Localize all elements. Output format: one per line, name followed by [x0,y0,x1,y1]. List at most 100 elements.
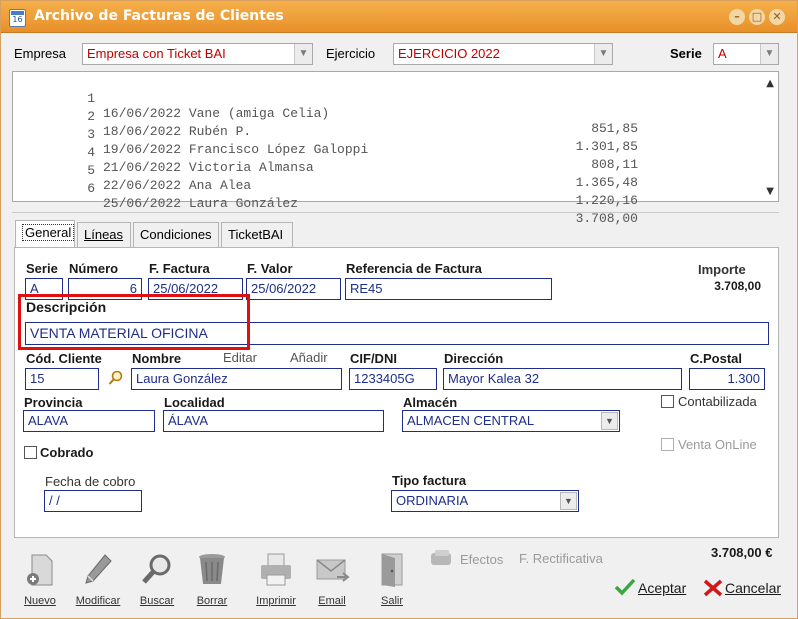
toolbar-label: Salir [380,595,403,607]
almacen-value: ALMACEN CENTRAL [407,413,535,428]
cross-icon [702,578,724,598]
list-item[interactable]: 1 16/06/2022 Vane (amiga Celia) 851,85 [13,76,753,136]
highlight-box [18,294,250,350]
direccion-label: Dirección [444,351,504,366]
salir-button[interactable]: Salir [364,551,420,607]
tab-label: TicketBAI [228,227,284,242]
direccion-field[interactable]: Mayor Kalea 32 [443,368,682,390]
referencia-field[interactable]: RE45 [345,278,552,300]
list-item[interactable]: 4 21/06/2022 Victoria Almansa 1.365,48 [13,130,753,190]
serie-select[interactable]: A ▼ [713,43,779,65]
checkmark-icon [614,577,636,597]
calendar-icon: 16 [9,9,26,27]
chevron-down-icon[interactable]: ▼ [601,412,618,430]
chevron-down-icon[interactable]: ▼ [294,44,312,64]
invoice-number: 6 [87,181,95,196]
ejercicio-label: Ejercicio [326,46,376,61]
editar-link[interactable]: Editar [223,350,257,365]
toolbar-label: Modificar [75,595,121,607]
venta-online-checkbox[interactable] [661,438,674,451]
tab-general[interactable]: General [15,220,75,248]
rectificativa-button[interactable]: F. Rectificativa [519,551,603,566]
almacen-label: Almacén [403,395,458,410]
invoice-list[interactable]: 1 16/06/2022 Vane (amiga Celia) 851,85 2… [12,71,779,226]
empresa-select[interactable]: Empresa con Ticket BAI ▼ [82,43,313,65]
tab-label: Condiciones [140,227,212,242]
chevron-down-icon[interactable]: ▼ [760,44,778,64]
chevron-down-icon[interactable]: ▼ [560,492,577,510]
numero-label: Número [69,261,119,276]
contabilizada-checkbox[interactable] [661,395,674,408]
toolbar-label: Imprimir [256,595,296,607]
ejercicio-select[interactable]: EJERCICIO 2022 ▼ [393,43,613,65]
minimize-button[interactable]: – [729,9,745,25]
nuevo-button[interactable]: Nuevo [12,551,68,607]
tab-condiciones[interactable]: Condiciones [133,222,219,247]
pen-icon [79,551,117,589]
fecha-cobro-label: Fecha de cobro [45,474,136,489]
serie-value: A [718,46,727,61]
cobrado-checkbox[interactable] [24,446,37,459]
anadir-link[interactable]: Añadir [290,350,328,365]
ejercicio-value: EJERCICIO 2022 [398,46,500,61]
nombre-field[interactable]: Laura González [131,368,342,390]
divider [12,212,779,213]
door-icon [373,551,411,589]
aceptar-button[interactable]: Aceptar [638,580,686,596]
fecha-valor-label: F. Valor [247,261,293,276]
maximize-button[interactable]: □ [749,9,765,25]
scroll-up-icon[interactable]: ▲ [766,78,774,89]
modificar-button[interactable]: Modificar [70,551,126,607]
window-title: Archivo de Facturas de Clientes [34,8,284,24]
cod-cliente-label: Cód. Cliente [26,351,102,366]
toolbar-label: Email [318,595,346,607]
title-bar: 16 Archivo de Facturas de Clientes – □ ✕ [1,1,797,33]
toolbar-label: Borrar [196,595,228,607]
printer-icon [257,551,295,589]
almacen-select[interactable]: ALMACEN CENTRAL ▼ [402,410,620,432]
cpostal-label: C.Postal [690,351,743,366]
invoice-amount: 3.708,00 [575,211,638,226]
empresa-label: Empresa [14,46,67,61]
list-item[interactable]: 3 19/06/2022 Francisco López Galoppi 808… [13,112,753,172]
localidad-field[interactable]: ÁLAVA [163,410,384,432]
invoice-archive-window: 16 Archivo de Facturas de Clientes – □ ✕… [0,0,798,619]
tab-ticketbai[interactable]: TicketBAI [221,222,293,247]
efectos-icon [429,549,455,567]
imprimir-button[interactable]: Imprimir [248,551,304,607]
fecha-cobro-field[interactable]: / / [44,490,142,512]
borrar-button[interactable]: Borrar [184,551,240,607]
cpostal-field[interactable]: 1.300 [689,368,765,390]
buscar-button[interactable]: Buscar [129,551,185,607]
close-button[interactable]: ✕ [769,9,785,25]
total-amount: 3.708,00 € [711,545,773,560]
localidad-label: Localidad [164,395,225,410]
tipo-factura-select[interactable]: ORDINARIA ▼ [391,490,579,512]
cif-label: CIF/DNI [350,351,397,366]
scroll-down-icon[interactable]: ▼ [766,186,774,197]
new-document-icon [21,551,59,589]
referencia-label: Referencia de Factura [346,261,482,276]
provincia-field[interactable]: ALAVA [23,410,155,432]
fecha-valor-field[interactable]: 25/06/2022 [246,278,341,300]
tab-lineas[interactable]: Líneas [77,222,131,247]
aceptar-label: Aceptar [638,580,687,596]
contabilizada-label: Contabilizada [678,394,757,409]
trash-icon [193,551,231,589]
tipo-factura-value: ORDINARIA [396,493,469,508]
serie-field-label: Serie [26,261,58,276]
list-item[interactable]: 6 25/06/2022 Laura González 3.708,00 [13,166,753,226]
cod-cliente-field[interactable]: 15 [25,368,99,390]
serie-label: Serie [670,46,702,61]
chevron-down-icon[interactable]: ▼ [594,44,612,64]
magnifier-icon[interactable] [108,370,124,386]
cancelar-button[interactable]: Cancelar [725,580,781,596]
tipo-factura-label: Tipo factura [392,473,467,488]
importe-label: Importe [698,262,746,277]
email-button[interactable]: Email [304,551,360,607]
envelope-icon [313,551,351,589]
cif-field[interactable]: 1233405G [349,368,437,390]
efectos-button[interactable]: Efectos [460,552,503,567]
list-item[interactable]: 5 22/06/2022 Ana Alea 1.220,16 [13,148,753,208]
list-item[interactable]: 2 18/06/2022 Rubén P. 1.301,85 [13,94,753,154]
